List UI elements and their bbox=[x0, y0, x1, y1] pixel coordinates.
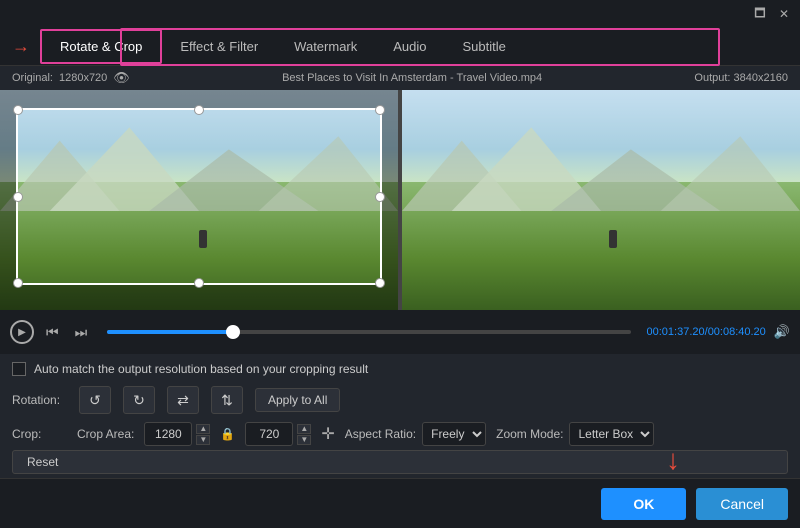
tab-watermark[interactable]: Watermark bbox=[276, 31, 375, 62]
width-up-button[interactable]: ▲ bbox=[196, 424, 210, 434]
tab-subtitle[interactable]: Subtitle bbox=[445, 31, 524, 62]
lock-icon[interactable]: 🔒 bbox=[220, 427, 235, 441]
crop-move-icon[interactable]: ✛ bbox=[321, 424, 334, 444]
crop-handle-mr[interactable] bbox=[375, 192, 385, 202]
crop-width-input[interactable] bbox=[144, 422, 192, 446]
crop-handle-bm[interactable] bbox=[194, 278, 204, 288]
controls-area: Auto match the output resolution based o… bbox=[0, 354, 800, 482]
rotate-left-icon: ↺ bbox=[89, 392, 101, 409]
crop-handle-ml[interactable] bbox=[13, 192, 23, 202]
time-display: 00:01:37.20/00:08:40.20 bbox=[647, 326, 766, 338]
original-label: Original: bbox=[12, 72, 53, 84]
progress-track[interactable] bbox=[107, 330, 630, 334]
playback-bar: ▶ ⏮ ⏭ 00:01:37.20/00:08:40.20 🔊 bbox=[0, 310, 800, 354]
apply-to-all-button[interactable]: Apply to All bbox=[255, 388, 340, 412]
auto-match-row: Auto match the output resolution based o… bbox=[12, 362, 788, 376]
original-resolution: 1280x720 bbox=[59, 72, 107, 84]
height-input-group: ▲ ▼ bbox=[245, 422, 311, 446]
action-bar: OK Cancel bbox=[0, 478, 800, 528]
auto-match-checkbox[interactable] bbox=[12, 362, 26, 376]
aspect-ratio-label: Aspect Ratio: bbox=[345, 427, 416, 441]
crop-height-input[interactable] bbox=[245, 422, 293, 446]
auto-match-label: Auto match the output resolution based o… bbox=[34, 362, 368, 376]
volume-icon[interactable]: 🔊 bbox=[774, 324, 790, 340]
aspect-ratio-group: Aspect Ratio: Freely bbox=[345, 422, 486, 446]
flip-vertical-button[interactable]: ⇅ bbox=[211, 386, 243, 414]
flip-v-icon: ⇅ bbox=[221, 392, 233, 409]
output-resolution: 3840x2160 bbox=[734, 72, 788, 84]
height-up-button[interactable]: ▲ bbox=[297, 424, 311, 434]
minimize-button[interactable]: 🗖 bbox=[752, 6, 768, 22]
output-label: Output: bbox=[694, 72, 730, 84]
video-preview-area bbox=[0, 90, 800, 310]
rotation-label: Rotation: bbox=[12, 393, 67, 407]
width-down-button[interactable]: ▼ bbox=[196, 435, 210, 445]
crop-handle-tr[interactable] bbox=[375, 105, 385, 115]
video-panel-left bbox=[0, 90, 400, 310]
time-current: 00:01:37.20 bbox=[647, 326, 705, 338]
next-frame-button[interactable]: ⏭ bbox=[71, 322, 92, 343]
width-spinner: ▲ ▼ bbox=[196, 424, 210, 445]
flip-h-icon: ⇄ bbox=[177, 392, 189, 409]
rotate-right-icon: ↻ bbox=[133, 392, 145, 409]
height-down-button[interactable]: ▼ bbox=[297, 435, 311, 445]
filename: Best Places to Visit In Amsterdam - Trav… bbox=[282, 72, 542, 84]
play-button[interactable]: ▶ bbox=[10, 320, 34, 344]
crop-handle-bl[interactable] bbox=[13, 278, 23, 288]
rotation-row: Rotation: ↺ ↻ ⇄ ⇅ Apply to All bbox=[12, 386, 788, 414]
ok-button[interactable]: OK bbox=[601, 488, 686, 520]
reset-button[interactable]: Reset bbox=[12, 450, 788, 474]
mountain-svg-right bbox=[402, 123, 800, 211]
flip-horizontal-button[interactable]: ⇄ bbox=[167, 386, 199, 414]
width-input-group: ▲ ▼ bbox=[144, 422, 210, 446]
preview-bar: Original: 1280x720 👁 Best Places to Visi… bbox=[0, 66, 800, 90]
crop-handle-tl[interactable] bbox=[13, 105, 23, 115]
eye-icon[interactable]: 👁 bbox=[113, 70, 130, 86]
rotate-right-button[interactable]: ↻ bbox=[123, 386, 155, 414]
progress-fill bbox=[107, 330, 233, 334]
rotate-left-button[interactable]: ↺ bbox=[79, 386, 111, 414]
zoom-mode-select[interactable]: Letter Box bbox=[569, 422, 654, 446]
tab-effect-filter[interactable]: Effect & Filter bbox=[162, 31, 276, 62]
height-spinner: ▲ ▼ bbox=[297, 424, 311, 445]
time-total: 00:08:40.20 bbox=[708, 326, 766, 338]
zoom-mode-label: Zoom Mode: bbox=[496, 427, 563, 441]
crop-label: Crop: bbox=[12, 427, 67, 441]
cancel-button[interactable]: Cancel bbox=[696, 488, 788, 520]
tab-rotate-crop[interactable]: Rotate & Crop bbox=[40, 29, 162, 64]
prev-button[interactable]: ⏮ bbox=[42, 322, 63, 343]
crop-row: Crop: Crop Area: ▲ ▼ 🔒 ▲ ▼ ✛ Aspect Rati… bbox=[12, 422, 788, 446]
crop-handle-tm[interactable] bbox=[194, 105, 204, 115]
scene-figure-right bbox=[609, 230, 617, 248]
tab-bar: → Rotate & Crop Effect & Filter Watermar… bbox=[0, 28, 800, 66]
crop-handle-br[interactable] bbox=[375, 278, 385, 288]
crop-overlay[interactable] bbox=[16, 108, 382, 285]
arrow-annotation: → bbox=[12, 36, 30, 57]
title-bar: 🗖 ✕ bbox=[0, 0, 800, 28]
close-button[interactable]: ✕ bbox=[776, 6, 792, 22]
zoom-mode-group: Zoom Mode: Letter Box bbox=[496, 422, 654, 446]
aspect-ratio-select[interactable]: Freely bbox=[422, 422, 486, 446]
video-panel-right bbox=[402, 90, 800, 310]
tab-audio[interactable]: Audio bbox=[375, 31, 444, 62]
progress-thumb[interactable] bbox=[226, 325, 240, 339]
crop-area-label: Crop Area: bbox=[77, 427, 134, 441]
